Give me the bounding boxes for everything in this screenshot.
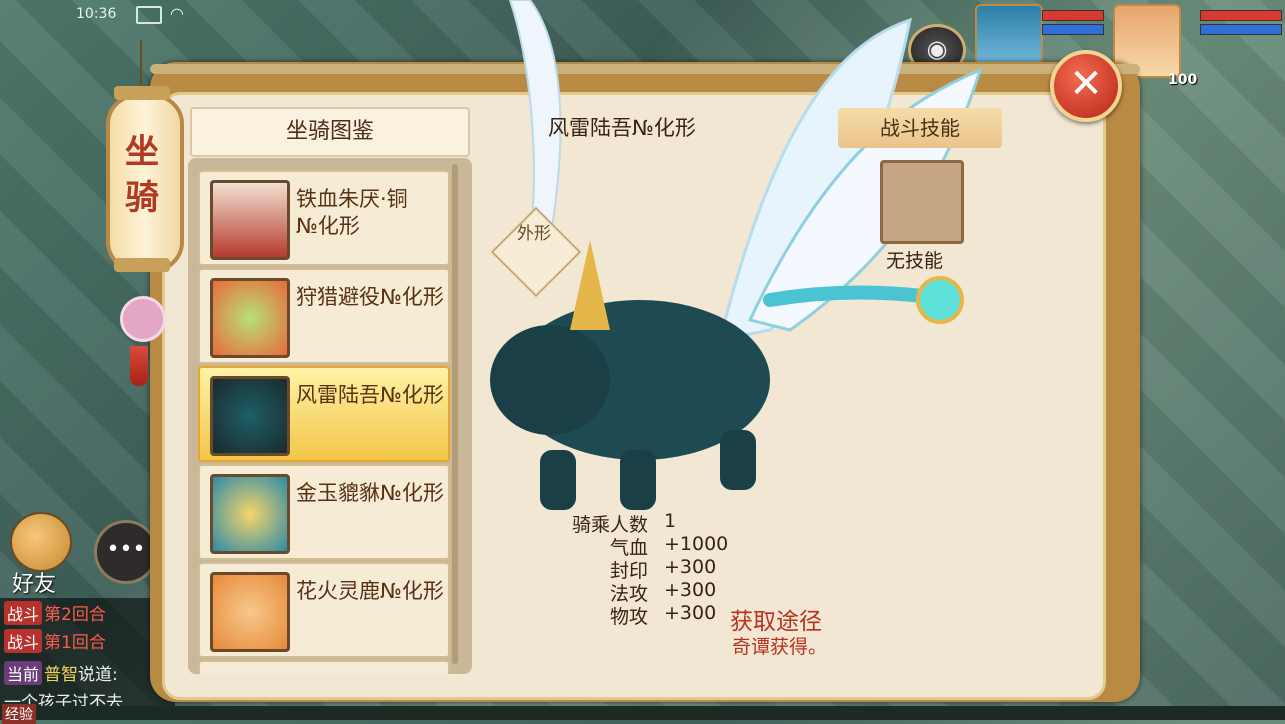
chat-log[interactable]: 战斗 第2回合 战斗 第1回合 当前 普智说道: 一个孩子过不去 — [0, 598, 175, 720]
list-header: 坐骑图鉴 — [190, 107, 470, 157]
chat-line: 战斗 第1回合 — [4, 628, 106, 653]
mount-list-item-label: 狩猎避役№化形 — [296, 285, 444, 309]
mount-list-item-partial[interactable] — [198, 660, 450, 674]
exp-label: 经验 — [2, 704, 36, 724]
lantern-char-2: 骑 — [125, 178, 159, 218]
stat-row: 法攻 +300 — [560, 579, 760, 605]
appearance-tab-label[interactable]: 外形 — [516, 222, 552, 247]
mount-list-item[interactable]: 花火灵鹿№化形 — [198, 562, 450, 658]
acquire-description: 奇谭获得。 — [732, 636, 828, 658]
wifi-icon: ◠ — [170, 4, 184, 23]
list-scrollbar[interactable] — [452, 164, 458, 664]
mount-thumbnail — [210, 572, 290, 652]
skill-slot[interactable] — [880, 160, 964, 244]
exp-bar — [0, 706, 1285, 720]
lantern-cap-bottom — [114, 258, 170, 272]
lantern-cap-top — [114, 86, 170, 100]
mount-list-item[interactable]: 金玉貔貅№化形 — [198, 464, 450, 560]
stat-row: 骑乘人数 1 — [560, 510, 760, 536]
teammate-hp-bar — [1042, 10, 1104, 21]
stat-row: 气血 +1000 — [560, 533, 760, 559]
mount-thumbnail — [210, 180, 290, 260]
status-bar: 10:36 ◠ — [0, 0, 300, 28]
stat-row: 封印 +300 — [560, 556, 760, 582]
player-level: 100 — [1168, 72, 1198, 88]
teammate-mp-bar — [1042, 24, 1104, 35]
chat-tag: 战斗 — [4, 601, 43, 625]
lantern-char-1: 坐 — [125, 132, 159, 172]
chat-text: 说道: — [78, 665, 118, 685]
stat-value: +300 — [664, 579, 717, 601]
chat-text: 第2回合 — [44, 605, 106, 625]
mount-thumbnail — [210, 474, 290, 554]
tassel-ornament — [130, 346, 148, 386]
stat-value: 1 — [664, 510, 677, 532]
mount-leg — [620, 450, 656, 510]
stat-value: +300 — [664, 556, 717, 578]
chat-text: 第1回合 — [44, 633, 106, 653]
no-skill-label: 无技能 — [886, 250, 944, 272]
stat-label: 物攻 — [609, 606, 648, 628]
player-hp-bar — [1200, 10, 1282, 21]
mount-leg — [720, 430, 756, 490]
mount-thumbnail — [210, 278, 290, 358]
mount-list-item-label: 风雷陆吾№化形 — [296, 383, 444, 407]
mount-list-item[interactable]: 狩猎避役№化形 — [198, 268, 450, 364]
clock: 10:36 — [76, 6, 117, 22]
chat-line: 当前 普智说道: — [4, 660, 118, 685]
mount-list-item-label: 金玉貔貅№化形 — [296, 481, 444, 505]
mount-list-item[interactable]: 铁血朱厌·铜№化形 — [198, 170, 450, 266]
stat-value: +1000 — [664, 533, 729, 555]
mount-thumbnail — [210, 376, 290, 456]
player-mp-bar — [1200, 24, 1282, 35]
chat-speaker: 普智 — [44, 665, 79, 685]
stat-value: +300 — [664, 602, 717, 624]
charm-ornament — [120, 296, 166, 342]
mount-name: 风雷陆吾№化形 — [548, 116, 696, 140]
mount-tail-gem — [916, 276, 964, 324]
chat-tag: 当前 — [4, 661, 43, 685]
acquire-title: 获取途径 — [730, 609, 822, 635]
mount-list[interactable]: 铁血朱厌·铜№化形 狩猎避役№化形 风雷陆吾№化形 金玉貔貅№化形 花火灵鹿№化… — [188, 158, 472, 674]
mount-head — [490, 325, 610, 435]
battery-icon — [136, 6, 162, 24]
mount-list-item-selected[interactable]: 风雷陆吾№化形 — [198, 366, 450, 462]
friend-label[interactable]: 好友 — [12, 566, 56, 598]
chat-bubble-icon[interactable]: ••• — [94, 520, 158, 584]
chat-tag: 战斗 — [4, 629, 43, 653]
mount-list-item-label: 铁血朱厌·铜№化形 — [296, 187, 408, 238]
combat-skills-header: 战斗技能 — [838, 108, 1002, 148]
mount-leg — [540, 450, 576, 510]
mount-list-item-label: 花火灵鹿№化形 — [296, 579, 444, 603]
close-icon[interactable]: ✕ — [1050, 50, 1122, 122]
chat-line: 战斗 第2回合 — [4, 600, 106, 625]
friend-icon[interactable] — [10, 512, 72, 572]
